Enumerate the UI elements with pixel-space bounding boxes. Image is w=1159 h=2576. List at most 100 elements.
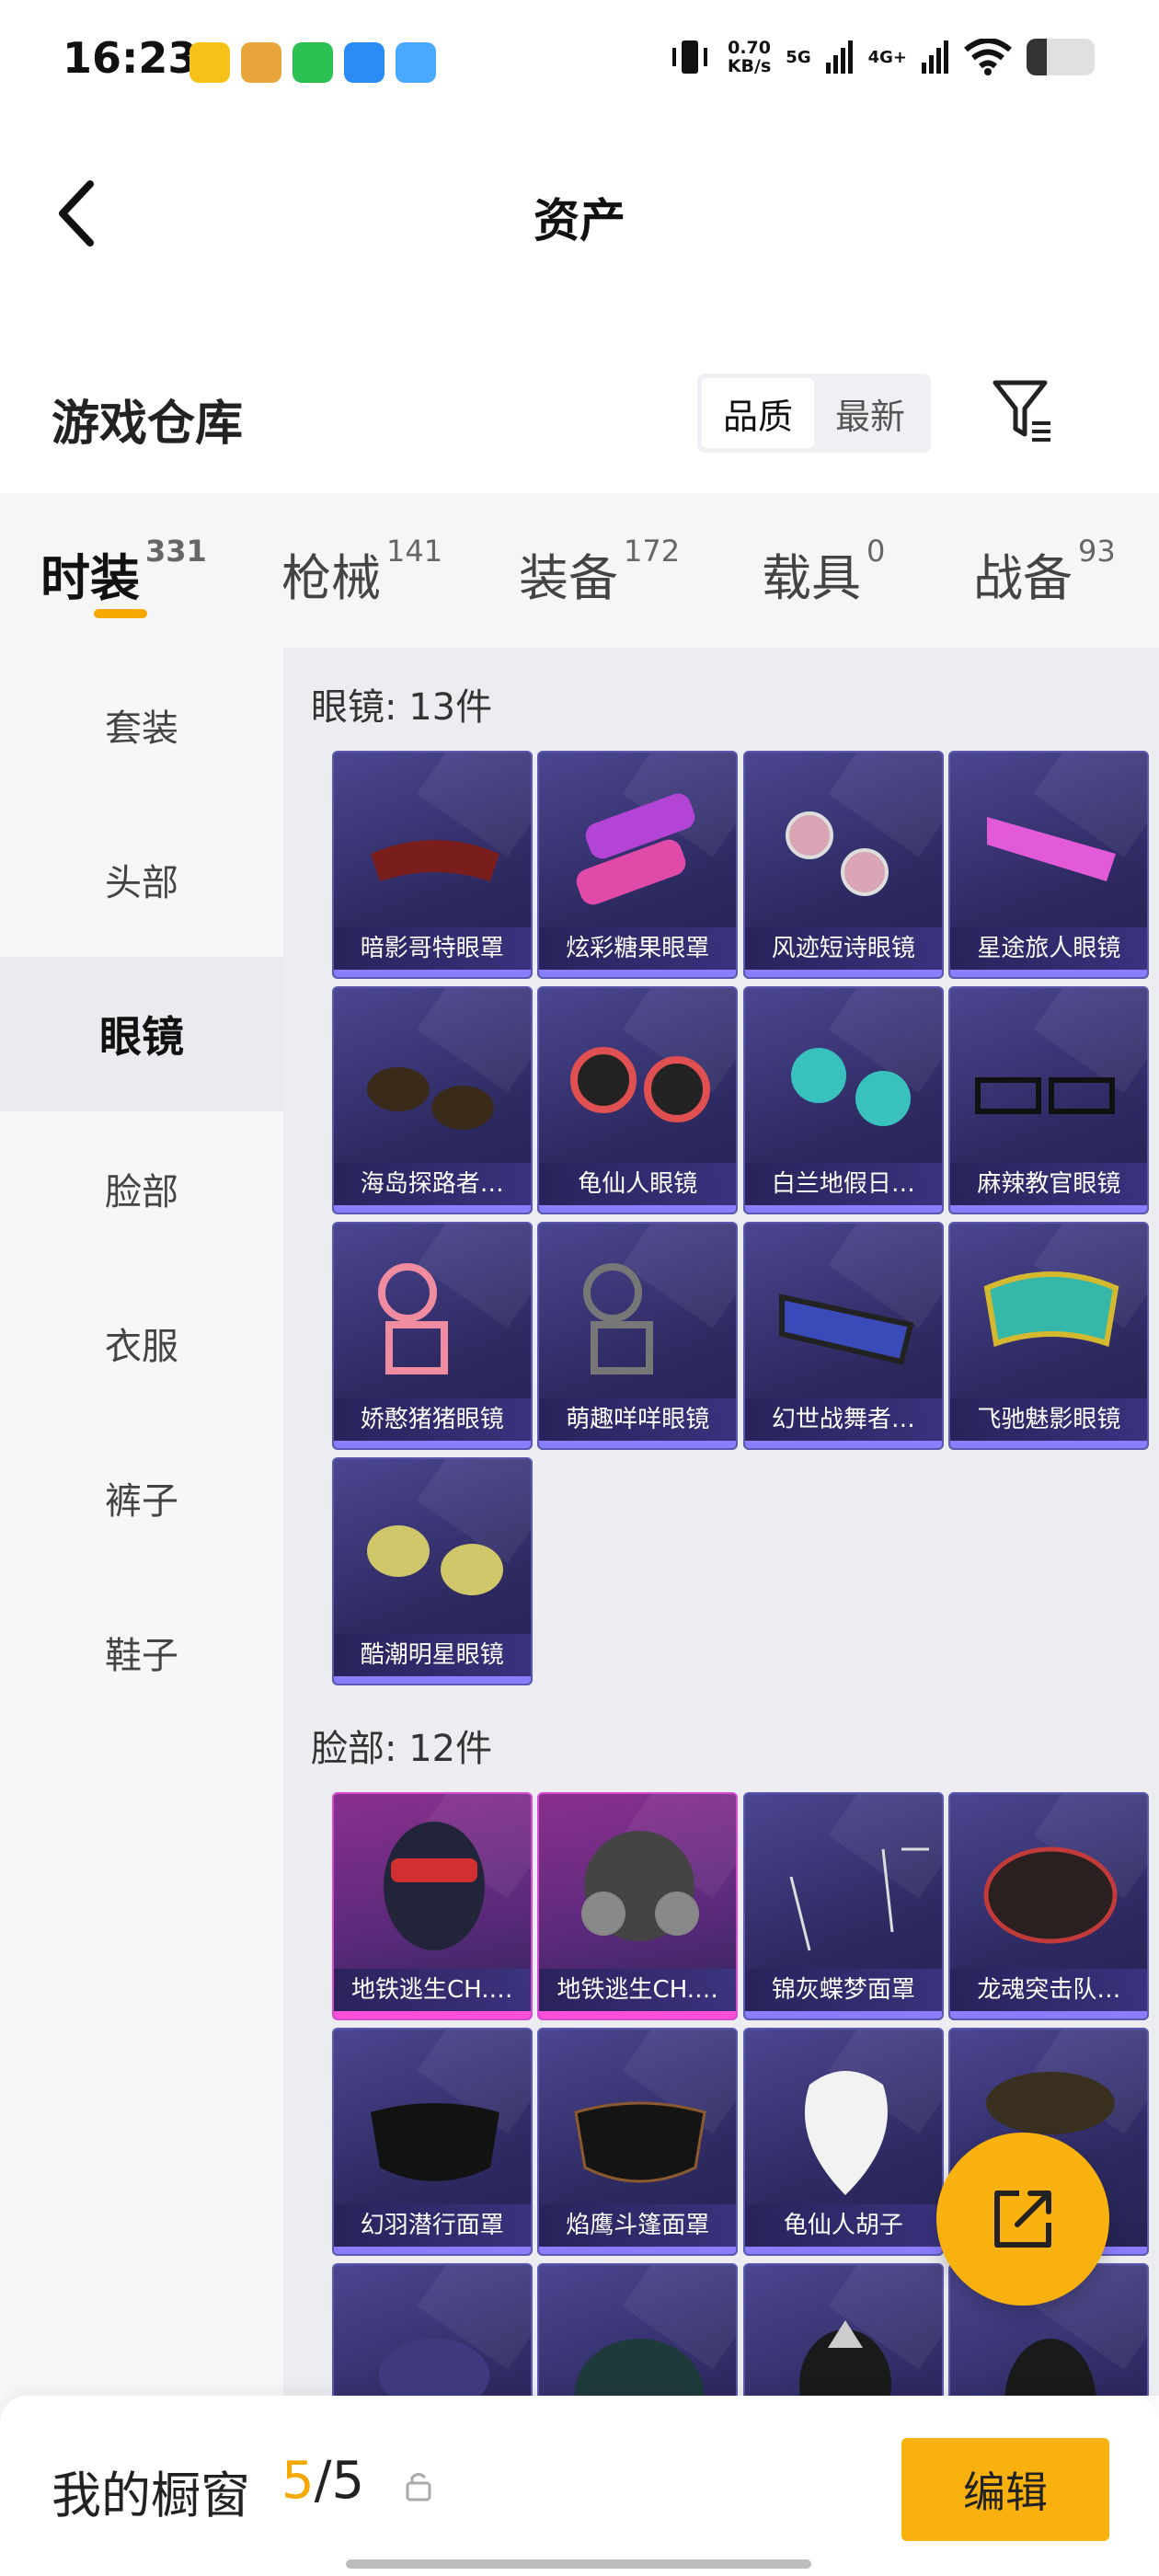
sidebar: 套装 头部 眼镜 脸部 衣服 裤子 鞋子 xyxy=(0,648,283,2576)
item-image xyxy=(581,1831,700,1941)
glasses-item-card[interactable]: 娇憨猪猪眼镜 xyxy=(331,1222,533,1450)
active-tab-indicator xyxy=(94,609,147,618)
glasses-item-card[interactable]: 麻辣教官眼镜 xyxy=(948,986,1150,1214)
glasses-item-card[interactable]: 星途旅人眼镜 xyxy=(948,751,1150,979)
signal-4g-label: 4G+ xyxy=(867,47,907,67)
rarity-bar xyxy=(950,970,1148,977)
item-image xyxy=(785,811,889,896)
signal-icon xyxy=(922,40,948,74)
filter-icon[interactable] xyxy=(990,377,1056,447)
status-bar: 16:23 0.70 KB/s 5G 4G+ xyxy=(0,0,1159,120)
rarity-bar xyxy=(333,2247,531,2254)
section-title-face: 脸部: 12件 xyxy=(311,1728,493,1770)
rarity-bar xyxy=(950,1205,1148,1213)
glasses-item-card[interactable]: 暗影哥特眼罩 xyxy=(331,751,533,979)
face-item-card[interactable] xyxy=(537,2263,739,2396)
tab-fashion[interactable]: 时装 331 xyxy=(40,534,207,610)
sidebar-item-face[interactable]: 脸部 xyxy=(0,1111,283,1266)
item-name: 地铁逃生CH.… xyxy=(333,1969,531,2011)
face-item-card[interactable]: 地铁逃生CH.… xyxy=(331,1792,533,2020)
item-image xyxy=(377,1263,448,1374)
network-speed: 0.70 KB/s xyxy=(727,38,772,76)
item-name: 幻羽潜行面罩 xyxy=(333,2204,531,2247)
item-name: 龙魂突击队… xyxy=(950,1969,1148,2011)
item-name: 幻世战舞者… xyxy=(744,1398,942,1441)
sidebar-item-clothes[interactable]: 衣服 xyxy=(0,1266,283,1420)
item-name: 萌趣咩咩眼镜 xyxy=(539,1398,737,1441)
wechat-icon xyxy=(293,42,333,83)
signal-5g-label: 5G xyxy=(786,47,811,67)
face-item-card[interactable] xyxy=(742,2263,944,2396)
app-header: 资产 xyxy=(0,120,1159,304)
glasses-item-card[interactable]: 幻世战舞者… xyxy=(742,1222,944,1450)
rarity-bar xyxy=(744,1205,942,1213)
item-image xyxy=(370,2103,499,2181)
share-button[interactable] xyxy=(936,2133,1109,2306)
page-title: 资产 xyxy=(534,194,625,247)
tab-vehicles[interactable]: 载具 0 xyxy=(762,534,885,610)
face-item-card[interactable] xyxy=(331,2263,533,2396)
showcase-label: 我的橱窗 xyxy=(52,2467,250,2524)
item-name: 风迹短诗眼镜 xyxy=(744,927,942,970)
rarity-bar xyxy=(539,2247,737,2254)
section-title-glasses: 眼镜: 13件 xyxy=(311,686,493,729)
glasses-item-card[interactable]: 飞驰魅影眼镜 xyxy=(948,1222,1150,1450)
sidebar-item-shoes[interactable]: 鞋子 xyxy=(0,1575,283,1730)
glasses-item-card[interactable]: 白兰地假日… xyxy=(742,986,944,1214)
face-item-card[interactable]: 龙魂突击队… xyxy=(948,1792,1150,2020)
glasses-item-card[interactable]: 萌趣咩咩眼镜 xyxy=(537,1222,739,1450)
tab-equipment[interactable]: 装备 172 xyxy=(519,534,680,610)
face-item-card[interactable]: 锦灰蝶梦面罩 xyxy=(742,1792,944,2020)
rarity-bar xyxy=(539,1441,737,1448)
sort-by-quality[interactable]: 品质 xyxy=(702,378,814,448)
item-image xyxy=(370,840,499,881)
rarity-bar xyxy=(333,1205,531,1213)
rarity-bar xyxy=(539,2011,737,2018)
glasses-item-card[interactable]: 龟仙人眼镜 xyxy=(537,986,739,1214)
item-image xyxy=(983,1846,1118,1944)
item-name: 焰鹰斗篷面罩 xyxy=(539,2204,737,2247)
vibrate-icon xyxy=(671,40,707,74)
sidebar-item-glasses[interactable]: 眼镜 xyxy=(0,957,283,1111)
item-name: 地铁逃生CH.… xyxy=(539,1969,737,2011)
face-item-card[interactable]: 幻羽潜行面罩 xyxy=(331,2028,533,2256)
item-name: 麻辣教官眼镜 xyxy=(950,1163,1148,1205)
item-image xyxy=(789,1847,929,1951)
glasses-item-card[interactable]: 风迹短诗眼镜 xyxy=(742,751,944,979)
face-item-card[interactable]: 地铁逃生CH.… xyxy=(537,1792,739,2020)
sidebar-item-pants[interactable]: 裤子 xyxy=(0,1420,283,1575)
sidebar-item-outfit[interactable]: 套装 xyxy=(0,648,283,802)
rarity-bar xyxy=(950,1441,1148,1448)
item-image xyxy=(975,1077,1116,1114)
glasses-item-card[interactable]: 海岛探路者… xyxy=(331,986,533,1214)
face-item-card[interactable]: 焰鹰斗篷面罩 xyxy=(537,2028,739,2256)
app-notification-icon xyxy=(241,42,281,83)
showcase-count: 5/5 xyxy=(281,2451,365,2511)
external-link-icon xyxy=(994,2191,1051,2248)
item-name: 海岛探路者… xyxy=(333,1163,531,1205)
item-image xyxy=(366,1525,503,1595)
sort-toggle: 品质 最新 xyxy=(697,374,931,453)
glasses-item-card[interactable]: 炫彩糖果眼罩 xyxy=(537,751,739,979)
glasses-item-card[interactable]: 酷潮明星眼镜 xyxy=(331,1457,533,1685)
item-name: 白兰地假日… xyxy=(744,1163,942,1205)
tab-supplies[interactable]: 战备 93 xyxy=(973,534,1116,610)
item-image xyxy=(574,2101,707,2183)
face-item-card[interactable]: 龟仙人胡子 xyxy=(742,2028,944,2256)
sort-by-latest[interactable]: 最新 xyxy=(814,378,926,448)
item-image xyxy=(378,2339,489,2396)
warehouse-title: 游戏仓库 xyxy=(52,397,244,452)
item-image xyxy=(383,1822,485,1950)
item-image xyxy=(987,817,1117,881)
item-name: 龟仙人胡子 xyxy=(744,2204,942,2247)
sidebar-item-head[interactable]: 头部 xyxy=(0,802,283,957)
item-image xyxy=(798,2320,891,2396)
rarity-bar xyxy=(950,2011,1148,2018)
wifi-icon xyxy=(964,39,1012,75)
showcase-bar: 我的橱窗 5/5 编辑 xyxy=(0,2396,1159,2576)
rarity-bar xyxy=(539,970,737,977)
edit-button[interactable]: 编辑 xyxy=(901,2438,1109,2541)
tab-guns[interactable]: 枪械 141 xyxy=(281,534,442,610)
item-image xyxy=(790,1048,911,1126)
battery-icon xyxy=(1027,39,1095,75)
